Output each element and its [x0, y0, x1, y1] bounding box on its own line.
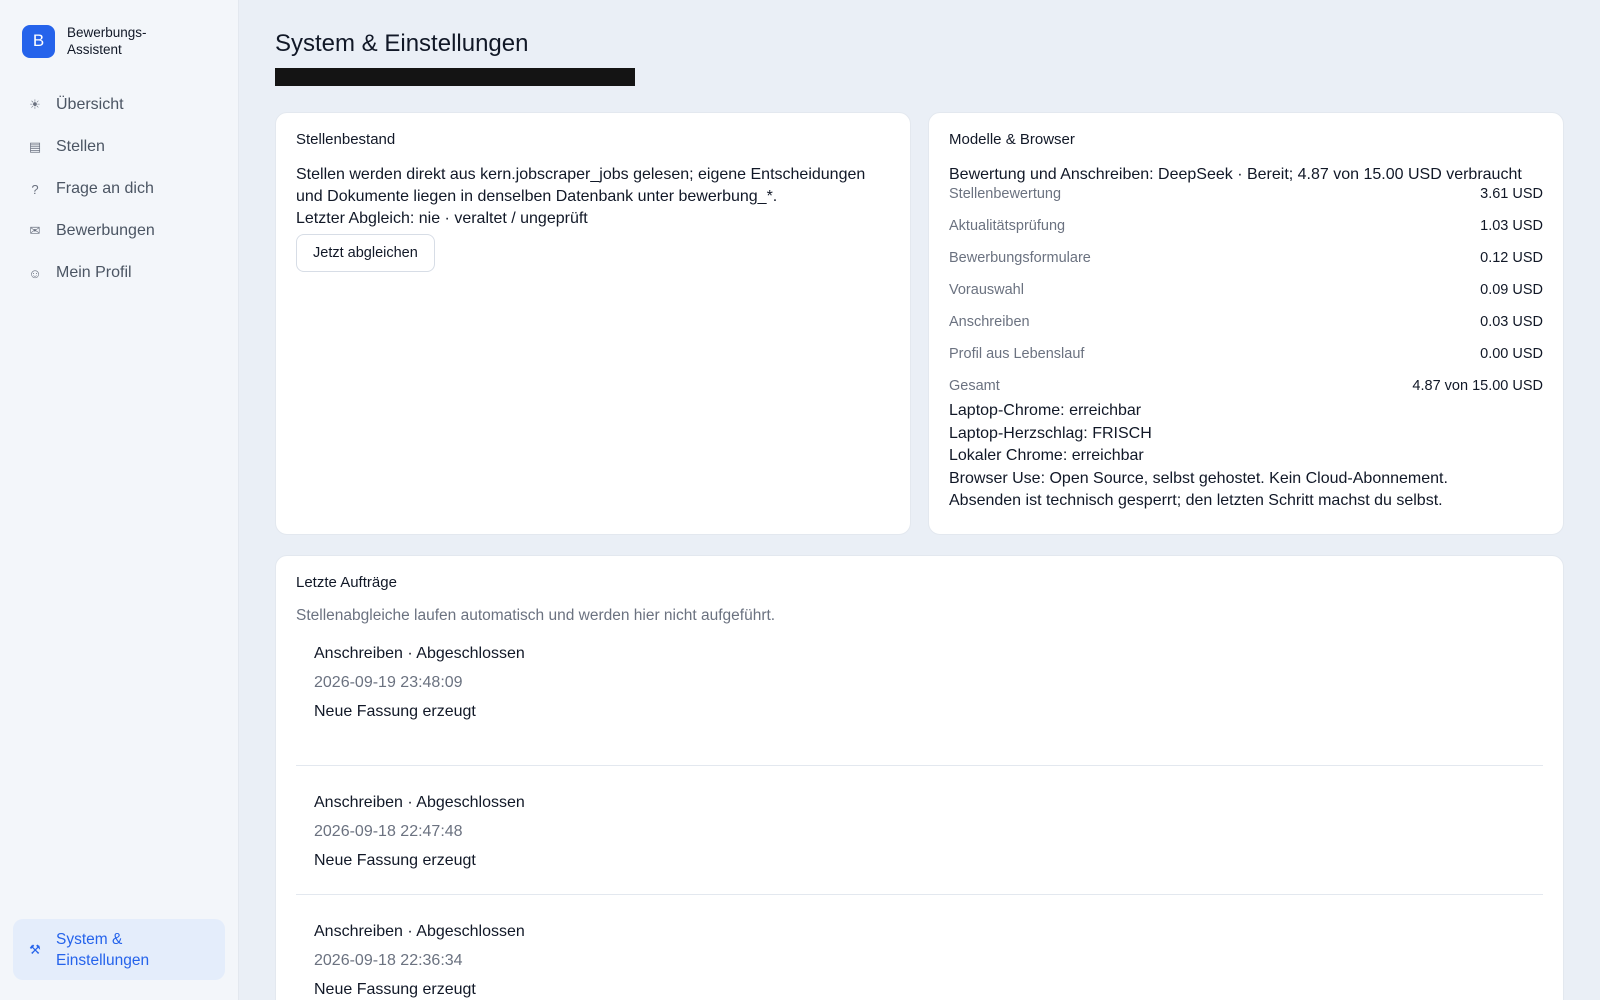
cost-row: Aktualitätsprüfung 1.03 USD: [949, 218, 1543, 250]
jobs-note: Stellenabgleiche laufen automatisch und …: [296, 607, 776, 624]
cost-value: 0.03 USD: [1480, 314, 1543, 330]
cost-label: Aktualitätsprüfung: [949, 218, 1066, 234]
status-line: Browser Use: Open Source, selbst gehoste…: [949, 469, 1448, 487]
model-status: Bewertung und Anschreiben: DeepSeek · Be…: [949, 164, 1543, 186]
cost-label: Anschreiben: [949, 314, 1030, 330]
sidebar-item-system[interactable]: ⚒ System & Einstellungen: [13, 919, 225, 980]
brand-logo: B: [22, 24, 55, 58]
cost-label: Gesamt: [949, 378, 1000, 394]
main-content: System & Einstellungen Stellenbestand St…: [239, 0, 1600, 1000]
brand[interactable]: B Bewerbungs-Assistent: [13, 24, 225, 58]
cost-value: 0.00 USD: [1480, 346, 1543, 362]
cost-row: Stellenbewertung 3.61 USD: [949, 186, 1543, 218]
sun-icon: ☀: [29, 97, 41, 112]
job-type: Anschreiben: [314, 923, 403, 940]
cost-table: Stellenbewertung 3.61 USD Aktualitätsprü…: [949, 186, 1543, 400]
cost-label: Profil aus Lebenslauf: [949, 346, 1085, 362]
cost-value: 0.09 USD: [1480, 282, 1543, 298]
sidebar-item-label: Übersicht: [56, 96, 124, 113]
job-type: Anschreiben: [314, 794, 403, 811]
stellenbestand-card: Stellenbestand Stellen werden direkt aus…: [275, 112, 911, 535]
list-item: Anschreiben · Abgeschlossen 2026-09-18 2…: [296, 895, 1543, 1000]
cost-label: Vorauswahl: [949, 282, 1024, 298]
cost-label: Bewerbungsformulare: [949, 250, 1091, 266]
sidebar-item-label: Mein Profil: [56, 264, 132, 281]
cost-total-row: Gesamt 4.87 von 15.00 USD: [949, 378, 1543, 400]
recent-jobs-card: Letzte Aufträge Stellenabgleiche laufen …: [275, 555, 1564, 1000]
card-title: Modelle & Browser: [949, 131, 1075, 148]
cost-value: 3.61 USD: [1480, 186, 1543, 202]
sidebar: B Bewerbungs-Assistent ☀ Übersicht ▤ Ste…: [0, 0, 239, 1000]
tools-icon: ⚒: [29, 942, 41, 957]
status-line: Laptop-Herzschlag: FRISCH: [949, 424, 1152, 442]
job-result: Neue Fassung erzeugt: [314, 852, 476, 869]
job-head: Anschreiben · Abgeschlossen: [314, 921, 1525, 943]
mail-icon: ✉: [29, 223, 41, 238]
sidebar-item-label: System & Einstellungen: [56, 930, 150, 969]
redacted-block: [275, 68, 635, 86]
job-head: Anschreiben · Abgeschlossen: [314, 792, 1525, 814]
cost-label: Stellenbewertung: [949, 186, 1062, 202]
model-label: Bewertung und Anschreiben: DeepSeek: [949, 166, 1233, 183]
sidebar-item-frage[interactable]: ? Frage an dich: [13, 168, 225, 210]
card-title: Letzte Aufträge: [296, 574, 397, 591]
job-status: · Abgeschlossen: [402, 923, 525, 940]
job-time: 2026-09-18 22:47:48: [314, 823, 463, 840]
question-icon: ?: [31, 181, 39, 197]
card-title: Stellenbestand: [296, 131, 396, 148]
last-sync-status: Letzter Abgleich: nie · veraltet / ungep…: [296, 210, 588, 227]
sidebar-item-bewerbungen[interactable]: ✉ Bewerbungen: [13, 210, 225, 252]
cost-row: Bewerbungsformulare 0.12 USD: [949, 250, 1543, 282]
sidebar-item-stellen[interactable]: ▤ Stellen: [13, 126, 225, 168]
job-result: Neue Fassung erzeugt: [314, 703, 476, 720]
job-head: Anschreiben · Abgeschlossen: [314, 643, 1525, 665]
job-status: · Abgeschlossen: [402, 794, 525, 811]
sidebar-item-profil[interactable]: ☺ Mein Profil: [13, 252, 225, 294]
status-line: Absenden ist technisch gesperrt; den let…: [949, 492, 1443, 509]
job-status: · Abgeschlossen: [402, 645, 525, 662]
model-status-text: · Bereit; 4.87 von 15.00 USD verbraucht: [1232, 166, 1522, 183]
status-line: Lokaler Chrome: erreichbar: [949, 447, 1144, 464]
sidebar-nav: ☀ Übersicht ▤ Stellen ? Frage an dich ✉ …: [13, 84, 225, 294]
page-title: System & Einstellungen: [275, 30, 529, 57]
sidebar-item-uebersicht[interactable]: ☀ Übersicht: [13, 84, 225, 126]
sidebar-item-label: Stellen: [56, 138, 105, 155]
job-time: 2026-09-19 23:48:09: [314, 674, 463, 691]
brand-name: Bewerbungs-Assistent: [67, 25, 147, 57]
job-type: Anschreiben: [314, 645, 403, 662]
list-item: Anschreiben · Abgeschlossen 2026-09-18 2…: [296, 766, 1543, 895]
stellenbestand-description: Stellen werden direkt aus kern.jobscrape…: [296, 166, 866, 205]
cost-value: 4.87 von 15.00 USD: [1412, 378, 1543, 394]
job-time: 2026-09-18 22:36:34: [314, 952, 463, 969]
cost-row: Vorauswahl 0.09 USD: [949, 282, 1543, 314]
status-line: Laptop-Chrome: erreichbar: [949, 402, 1142, 419]
sidebar-item-label: Bewerbungen: [56, 222, 155, 239]
cards-row: Stellenbestand Stellen werden direkt aus…: [275, 112, 1564, 535]
cost-row: Anschreiben 0.03 USD: [949, 314, 1543, 346]
sidebar-item-label: Frage an dich: [56, 180, 154, 197]
job-result: Neue Fassung erzeugt: [314, 981, 476, 998]
models-browser-card: Modelle & Browser Bewertung und Anschrei…: [928, 112, 1564, 535]
list-item: Anschreiben · Abgeschlossen 2026-09-19 2…: [296, 637, 1543, 766]
list-icon: ▤: [28, 139, 42, 154]
cost-row: Profil aus Lebenslauf 0.00 USD: [949, 346, 1543, 378]
cost-value: 0.12 USD: [1480, 250, 1543, 266]
sync-now-button[interactable]: Jetzt abgleichen: [296, 234, 435, 272]
browser-status-lines: Laptop-Chrome: erreichbar Laptop-Herzsch…: [949, 400, 1543, 513]
smile-icon: ☺: [28, 265, 42, 281]
cost-value: 1.03 USD: [1480, 218, 1543, 234]
